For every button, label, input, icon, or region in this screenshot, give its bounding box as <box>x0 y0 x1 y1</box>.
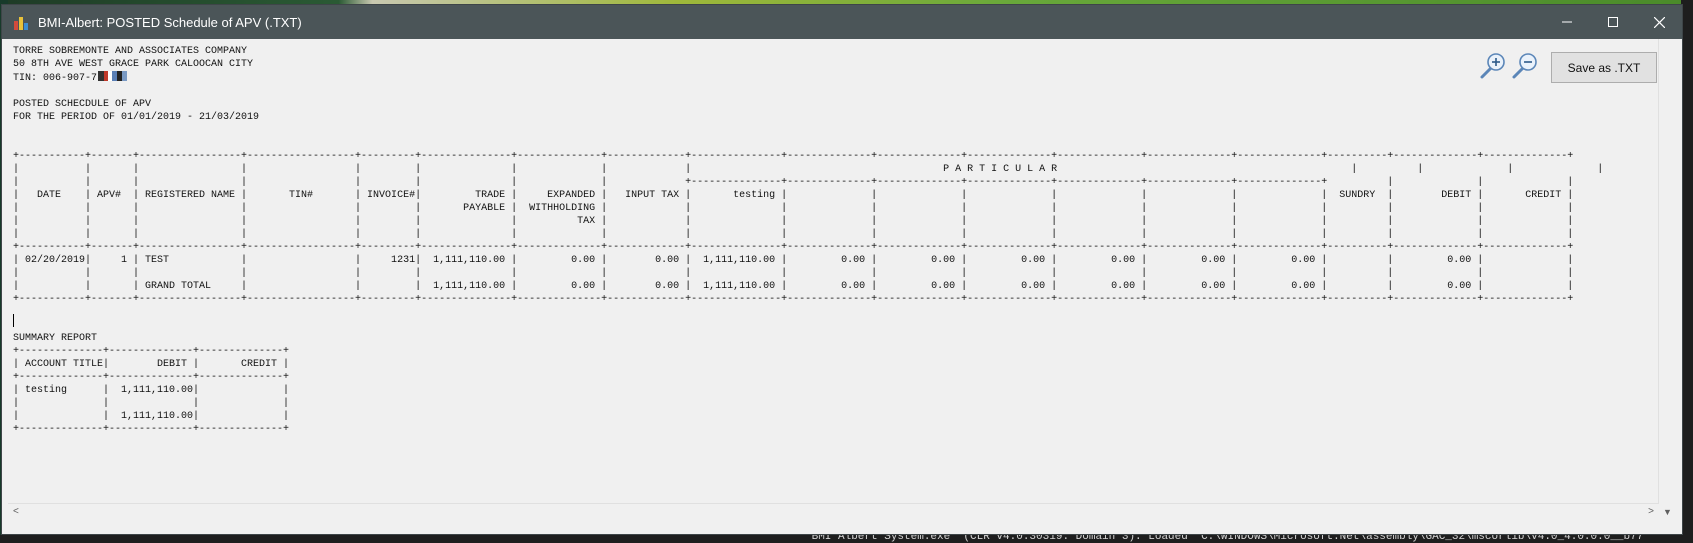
app-icon <box>14 14 30 30</box>
close-icon <box>1653 16 1665 28</box>
report-viewer[interactable]: TORRE SOBREMONTE AND ASSOCIATES COMPANY … <box>8 39 1676 521</box>
scroll-left-icon[interactable]: < <box>13 506 19 517</box>
horizontal-scrollbar[interactable]: < > <box>8 503 1659 521</box>
zoom-in-button[interactable] <box>1478 51 1508 81</box>
text-caret <box>13 314 14 327</box>
zoom-out-icon <box>1512 53 1537 79</box>
maximize-icon <box>1608 17 1618 27</box>
minimize-button[interactable] <box>1544 5 1590 39</box>
zoom-in-icon <box>1480 53 1505 79</box>
report-title: POSTED SCHECDULE OF APV <box>13 99 152 110</box>
report-text[interactable]: TORRE SOBREMONTE AND ASSOCIATES COMPANY … <box>13 45 1603 436</box>
zoom-out-button[interactable] <box>1510 51 1540 81</box>
apv-schedule-table: +-----------+-------+-----------------+-… <box>13 151 1604 305</box>
company-name: TORRE SOBREMONTE AND ASSOCIATES COMPANY <box>13 46 248 57</box>
scroll-right-icon[interactable]: > <box>1648 506 1654 517</box>
company-tin: TIN: 006-907-7 <box>13 73 98 84</box>
report-window: BMI-Albert: POSTED Schedule of APV (.TXT… <box>1 4 1683 535</box>
redacted-block <box>122 71 128 81</box>
maximize-button[interactable] <box>1590 5 1636 39</box>
vertical-scrollbar[interactable]: ▼ <box>1658 39 1676 521</box>
save-as-txt-button[interactable]: Save as .TXT <box>1551 52 1657 83</box>
report-period: FOR THE PERIOD OF 01/01/2019 - 21/03/201… <box>13 112 260 123</box>
title-bar[interactable]: BMI-Albert: POSTED Schedule of APV (.TXT… <box>2 5 1682 39</box>
scroll-down-icon[interactable]: ▼ <box>1663 507 1672 517</box>
summary-title: SUMMARY REPORT <box>13 333 98 344</box>
company-address: 50 8TH AVE WEST GRACE PARK CALOOCAN CITY <box>13 59 254 70</box>
window-title: BMI-Albert: POSTED Schedule of APV (.TXT… <box>38 14 302 30</box>
close-button[interactable] <box>1636 5 1682 39</box>
minimize-icon <box>1562 21 1572 23</box>
summary-table: +--------------+--------------+---------… <box>13 346 290 435</box>
